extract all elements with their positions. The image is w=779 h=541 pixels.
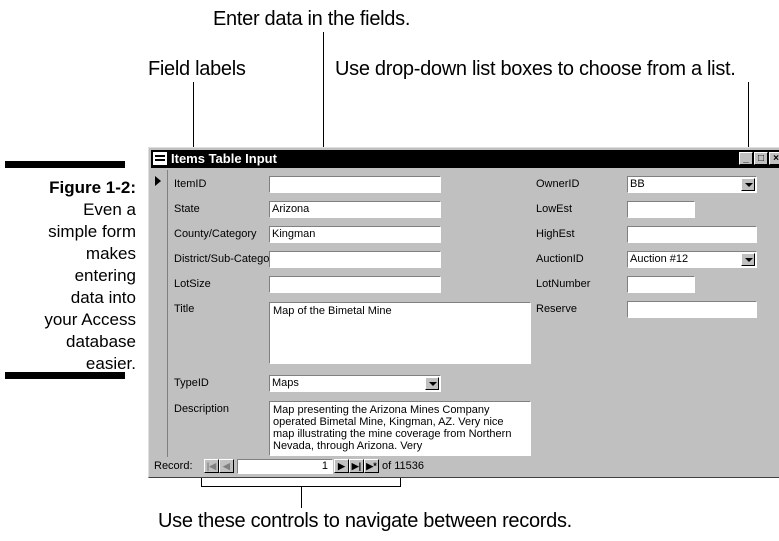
auctionid-dropdown-icon[interactable] bbox=[741, 253, 755, 266]
lotsize-field[interactable] bbox=[269, 276, 441, 293]
auctionid-select[interactable]: Auction #12 bbox=[627, 251, 757, 268]
new-record-button[interactable]: ▶* bbox=[364, 459, 379, 473]
form-window: Items Table Input _ □ × ItemID State Cou… bbox=[148, 147, 779, 478]
label-lowest: LowEst bbox=[536, 203, 573, 215]
title-field[interactable]: Map of the Bimetal Mine bbox=[269, 302, 531, 364]
figure-caption: Figure 1-2: Even a simple form makes ent… bbox=[0, 177, 136, 375]
auctionid-value: Auction #12 bbox=[630, 253, 689, 265]
form-body: ItemID State County/Category District/Su… bbox=[151, 170, 779, 457]
record-navigation-bar: Record: |◀ ◀ 1 ▶ ▶| ▶* of 11536 bbox=[151, 458, 779, 475]
window-title: Items Table Input bbox=[171, 151, 277, 166]
next-record-button[interactable]: ▶ bbox=[334, 459, 349, 473]
lotnumber-field[interactable] bbox=[627, 276, 695, 293]
first-record-button[interactable]: |◀ bbox=[204, 459, 219, 473]
label-lotsize: LotSize bbox=[174, 278, 211, 290]
typeid-select[interactable]: Maps bbox=[269, 375, 441, 392]
record-selector[interactable] bbox=[151, 170, 168, 457]
caption-bottom-bar bbox=[5, 372, 125, 379]
caption-top-bar bbox=[5, 161, 125, 168]
close-button[interactable]: × bbox=[769, 152, 779, 165]
bracket-navigate bbox=[201, 486, 401, 487]
ownerid-dropdown-icon[interactable] bbox=[741, 178, 755, 191]
typeid-dropdown-icon[interactable] bbox=[425, 377, 439, 390]
label-lotnumber: LotNumber bbox=[536, 278, 591, 290]
bracket-navigate-left bbox=[201, 478, 202, 487]
lowest-field[interactable] bbox=[627, 201, 695, 218]
caption-line: easier. bbox=[85, 354, 136, 373]
label-county: County/Category bbox=[174, 228, 257, 240]
label-auctionid: AuctionID bbox=[536, 253, 584, 265]
callout-enter-data: Enter data in the fields. bbox=[213, 8, 411, 30]
current-record-icon bbox=[155, 176, 161, 186]
record-count: of 11536 bbox=[382, 460, 425, 472]
label-state: State bbox=[174, 203, 200, 215]
caption-line: your Access bbox=[44, 310, 136, 329]
label-description: Description bbox=[174, 403, 230, 415]
maximize-button[interactable]: □ bbox=[754, 152, 768, 165]
leader-line-navigate bbox=[301, 486, 302, 508]
window-titlebar[interactable]: Items Table Input _ □ × bbox=[151, 150, 779, 168]
last-record-button[interactable]: ▶| bbox=[349, 459, 364, 473]
itemid-field[interactable] bbox=[269, 176, 441, 193]
label-itemid: ItemID bbox=[174, 178, 207, 190]
bracket-navigate-right bbox=[400, 478, 401, 487]
description-field[interactable]: Map presenting the Arizona Mines Company… bbox=[269, 401, 531, 456]
previous-record-button[interactable]: ◀ bbox=[219, 459, 234, 473]
caption-line: data into bbox=[70, 288, 136, 307]
label-ownerid: OwnerID bbox=[536, 178, 580, 190]
highest-field[interactable] bbox=[627, 226, 757, 243]
callout-navigate: Use these controls to navigate between r… bbox=[158, 510, 572, 532]
form-icon[interactable] bbox=[153, 152, 167, 165]
label-reserve: Reserve bbox=[536, 303, 577, 315]
reserve-field[interactable] bbox=[627, 301, 757, 318]
ownerid-select[interactable]: BB bbox=[627, 176, 757, 193]
current-record-input[interactable]: 1 bbox=[237, 459, 333, 474]
typeid-value: Maps bbox=[272, 377, 299, 389]
state-field[interactable]: Arizona bbox=[269, 201, 441, 218]
caption-line: entering bbox=[74, 266, 136, 285]
callout-dropdown: Use drop-down list boxes to choose from … bbox=[335, 58, 736, 80]
label-title: Title bbox=[174, 303, 195, 315]
record-label: Record: bbox=[154, 460, 193, 472]
label-highest: HighEst bbox=[536, 228, 575, 240]
label-typeid: TypeID bbox=[174, 377, 209, 389]
county-field[interactable]: Kingman bbox=[269, 226, 441, 243]
caption-line: makes bbox=[85, 244, 136, 263]
figure-number: Figure 1-2: bbox=[49, 178, 136, 197]
callout-field-labels: Field labels bbox=[148, 58, 246, 80]
caption-line: Even a bbox=[83, 200, 136, 219]
district-field[interactable] bbox=[269, 251, 441, 268]
minimize-button[interactable]: _ bbox=[739, 152, 753, 165]
label-district: District/Sub-Category bbox=[174, 253, 269, 265]
caption-line: database bbox=[66, 332, 136, 351]
ownerid-value: BB bbox=[630, 178, 645, 190]
caption-line: simple form bbox=[48, 222, 136, 241]
